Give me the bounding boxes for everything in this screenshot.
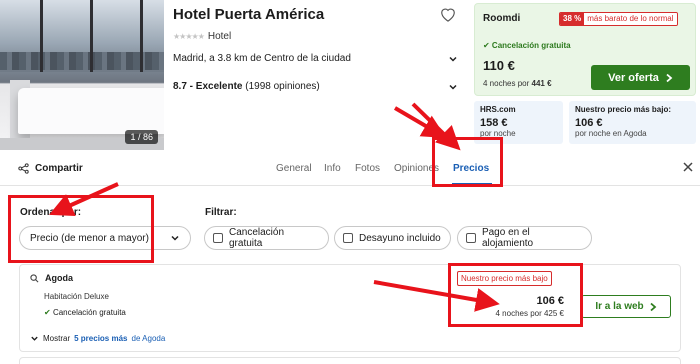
mini-offer-lowest[interactable]: Nuestro precio más bajo: 106 € por noche… bbox=[569, 101, 696, 144]
go-to-site-label: Ir a la web bbox=[595, 301, 644, 312]
hotel-category: Hotel bbox=[207, 31, 232, 42]
deal-discount-text: más barato de lo normal bbox=[584, 13, 677, 25]
rating-text: 8.7 - Excelente (1998 opiniones) bbox=[173, 81, 320, 92]
tab-info[interactable]: Info bbox=[324, 163, 341, 174]
annotation-arrow bbox=[393, 106, 447, 139]
filter-free-cancellation[interactable]: Cancelación gratuita bbox=[204, 226, 329, 250]
annotation-box-sort bbox=[8, 195, 154, 263]
filter-option-label: Desayuno incluido bbox=[359, 232, 441, 244]
offer-room-type: Habitación Deluxe bbox=[44, 292, 109, 301]
deal-discount-percent: 38 % bbox=[560, 13, 585, 25]
photo-window-frame bbox=[140, 0, 143, 72]
hotel-photo[interactable]: 1 / 86 bbox=[0, 0, 164, 150]
deal-nights: 4 noches por 441 € bbox=[483, 79, 552, 88]
filter-option-label: Cancelación gratuita bbox=[228, 227, 285, 249]
chevron-down-icon bbox=[171, 235, 179, 241]
mini-offer-price: 106 € bbox=[575, 117, 603, 129]
chevron-down-icon bbox=[449, 84, 457, 90]
show-more-prefix: Mostrar bbox=[43, 334, 71, 343]
share-icon bbox=[18, 163, 29, 174]
checkbox-icon bbox=[343, 233, 353, 243]
location-row[interactable]: Madrid, a 3.8 km de Centro de la ciudad bbox=[173, 53, 458, 64]
tab-general[interactable]: General bbox=[276, 163, 312, 174]
deal-free-cancellation: ✔ Cancelación gratuita bbox=[483, 41, 571, 50]
detail-tab-bar: Compartir General Info Fotos Opiniones P… bbox=[0, 152, 700, 186]
show-more-count: 5 precios más bbox=[74, 334, 128, 343]
photo-bed bbox=[18, 88, 164, 134]
mini-offer-price: 158 € bbox=[480, 117, 508, 129]
check-icon: ✔ bbox=[44, 308, 51, 317]
go-to-site-button[interactable]: Ir a la web bbox=[581, 295, 671, 318]
checkbox-icon bbox=[466, 233, 476, 243]
photo-window-frame bbox=[40, 0, 43, 72]
deal-discount-badge: 38 % más barato de lo normal bbox=[559, 12, 678, 26]
close-icon[interactable] bbox=[682, 161, 694, 173]
filter-pay-at-property[interactable]: Pago en el alojamiento bbox=[457, 226, 592, 250]
share-button[interactable]: Compartir bbox=[18, 163, 83, 174]
chevron-right-icon bbox=[650, 302, 657, 311]
filter-option-label: Pago en el alojamiento bbox=[481, 227, 534, 249]
star-rating-icon: ★★★★★ bbox=[173, 32, 205, 41]
filter-breakfast-included[interactable]: Desayuno incluido bbox=[334, 226, 451, 250]
offer-provider: Agoda bbox=[30, 273, 73, 283]
deal-price: 110 € bbox=[483, 58, 515, 73]
favorite-button[interactable] bbox=[438, 4, 458, 24]
rating-reviews: (1998 opiniones) bbox=[245, 81, 320, 92]
heart-icon bbox=[441, 8, 455, 22]
photo-counter: 1 / 86 bbox=[125, 130, 158, 144]
tab-photos[interactable]: Fotos bbox=[355, 163, 380, 174]
chevron-right-icon bbox=[666, 73, 673, 82]
next-offer-row bbox=[19, 357, 681, 364]
filter-label: Filtrar: bbox=[205, 207, 237, 218]
location-text: Madrid, a 3.8 km de Centro de la ciudad bbox=[173, 53, 351, 64]
offer-free-cancellation: ✔ Cancelación gratuita bbox=[44, 308, 126, 317]
annotation-box-prices-tab bbox=[432, 137, 503, 187]
mini-offer-provider: HRS.com bbox=[480, 105, 516, 114]
rating-row[interactable]: 8.7 - Excelente (1998 opiniones) bbox=[173, 81, 458, 92]
view-deal-label: Ver oferta bbox=[608, 71, 659, 84]
deal-provider: Roomdi bbox=[483, 13, 521, 24]
featured-deal-card[interactable]: Roomdi 38 % más barato de lo normal ✔ Ca… bbox=[474, 3, 696, 96]
show-more-suffix: de Agoda bbox=[131, 334, 166, 343]
mini-offer-sub: por noche en Agoda bbox=[575, 129, 647, 138]
checkbox-icon bbox=[213, 233, 223, 243]
offer-cancel-label: Cancelación gratuita bbox=[52, 308, 126, 317]
search-icon bbox=[30, 273, 39, 282]
show-more-prices-link[interactable]: Mostrar 5 precios más de Agoda bbox=[30, 334, 165, 343]
deal-nights-total: 441 € bbox=[531, 79, 552, 88]
share-label: Compartir bbox=[35, 163, 83, 174]
annotation-box-price bbox=[448, 263, 583, 327]
deal-nights-prefix: 4 noches por bbox=[483, 79, 530, 88]
hotel-name[interactable]: Hotel Puerta América bbox=[173, 6, 324, 23]
chevron-down-icon bbox=[31, 336, 38, 341]
mini-offer-provider: Nuestro precio más bajo: bbox=[575, 105, 672, 114]
chevron-down-icon bbox=[449, 56, 457, 62]
view-deal-button[interactable]: Ver oferta bbox=[591, 65, 690, 90]
rating-score: 8.7 - Excelente bbox=[173, 81, 243, 92]
offer-provider-name: Agoda bbox=[45, 273, 73, 283]
hotel-class-row: ★★★★★ Hotel bbox=[173, 31, 231, 42]
photo-window-frame bbox=[90, 0, 93, 72]
